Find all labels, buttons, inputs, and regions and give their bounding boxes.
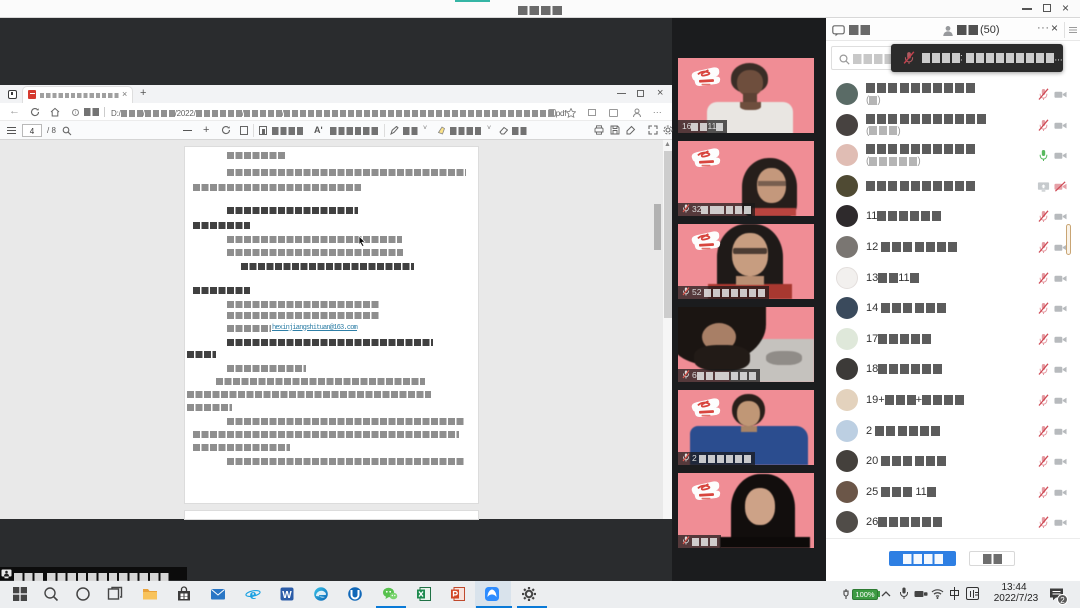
svg-text:e: e (250, 587, 257, 602)
svg-text:W: W (282, 590, 292, 601)
